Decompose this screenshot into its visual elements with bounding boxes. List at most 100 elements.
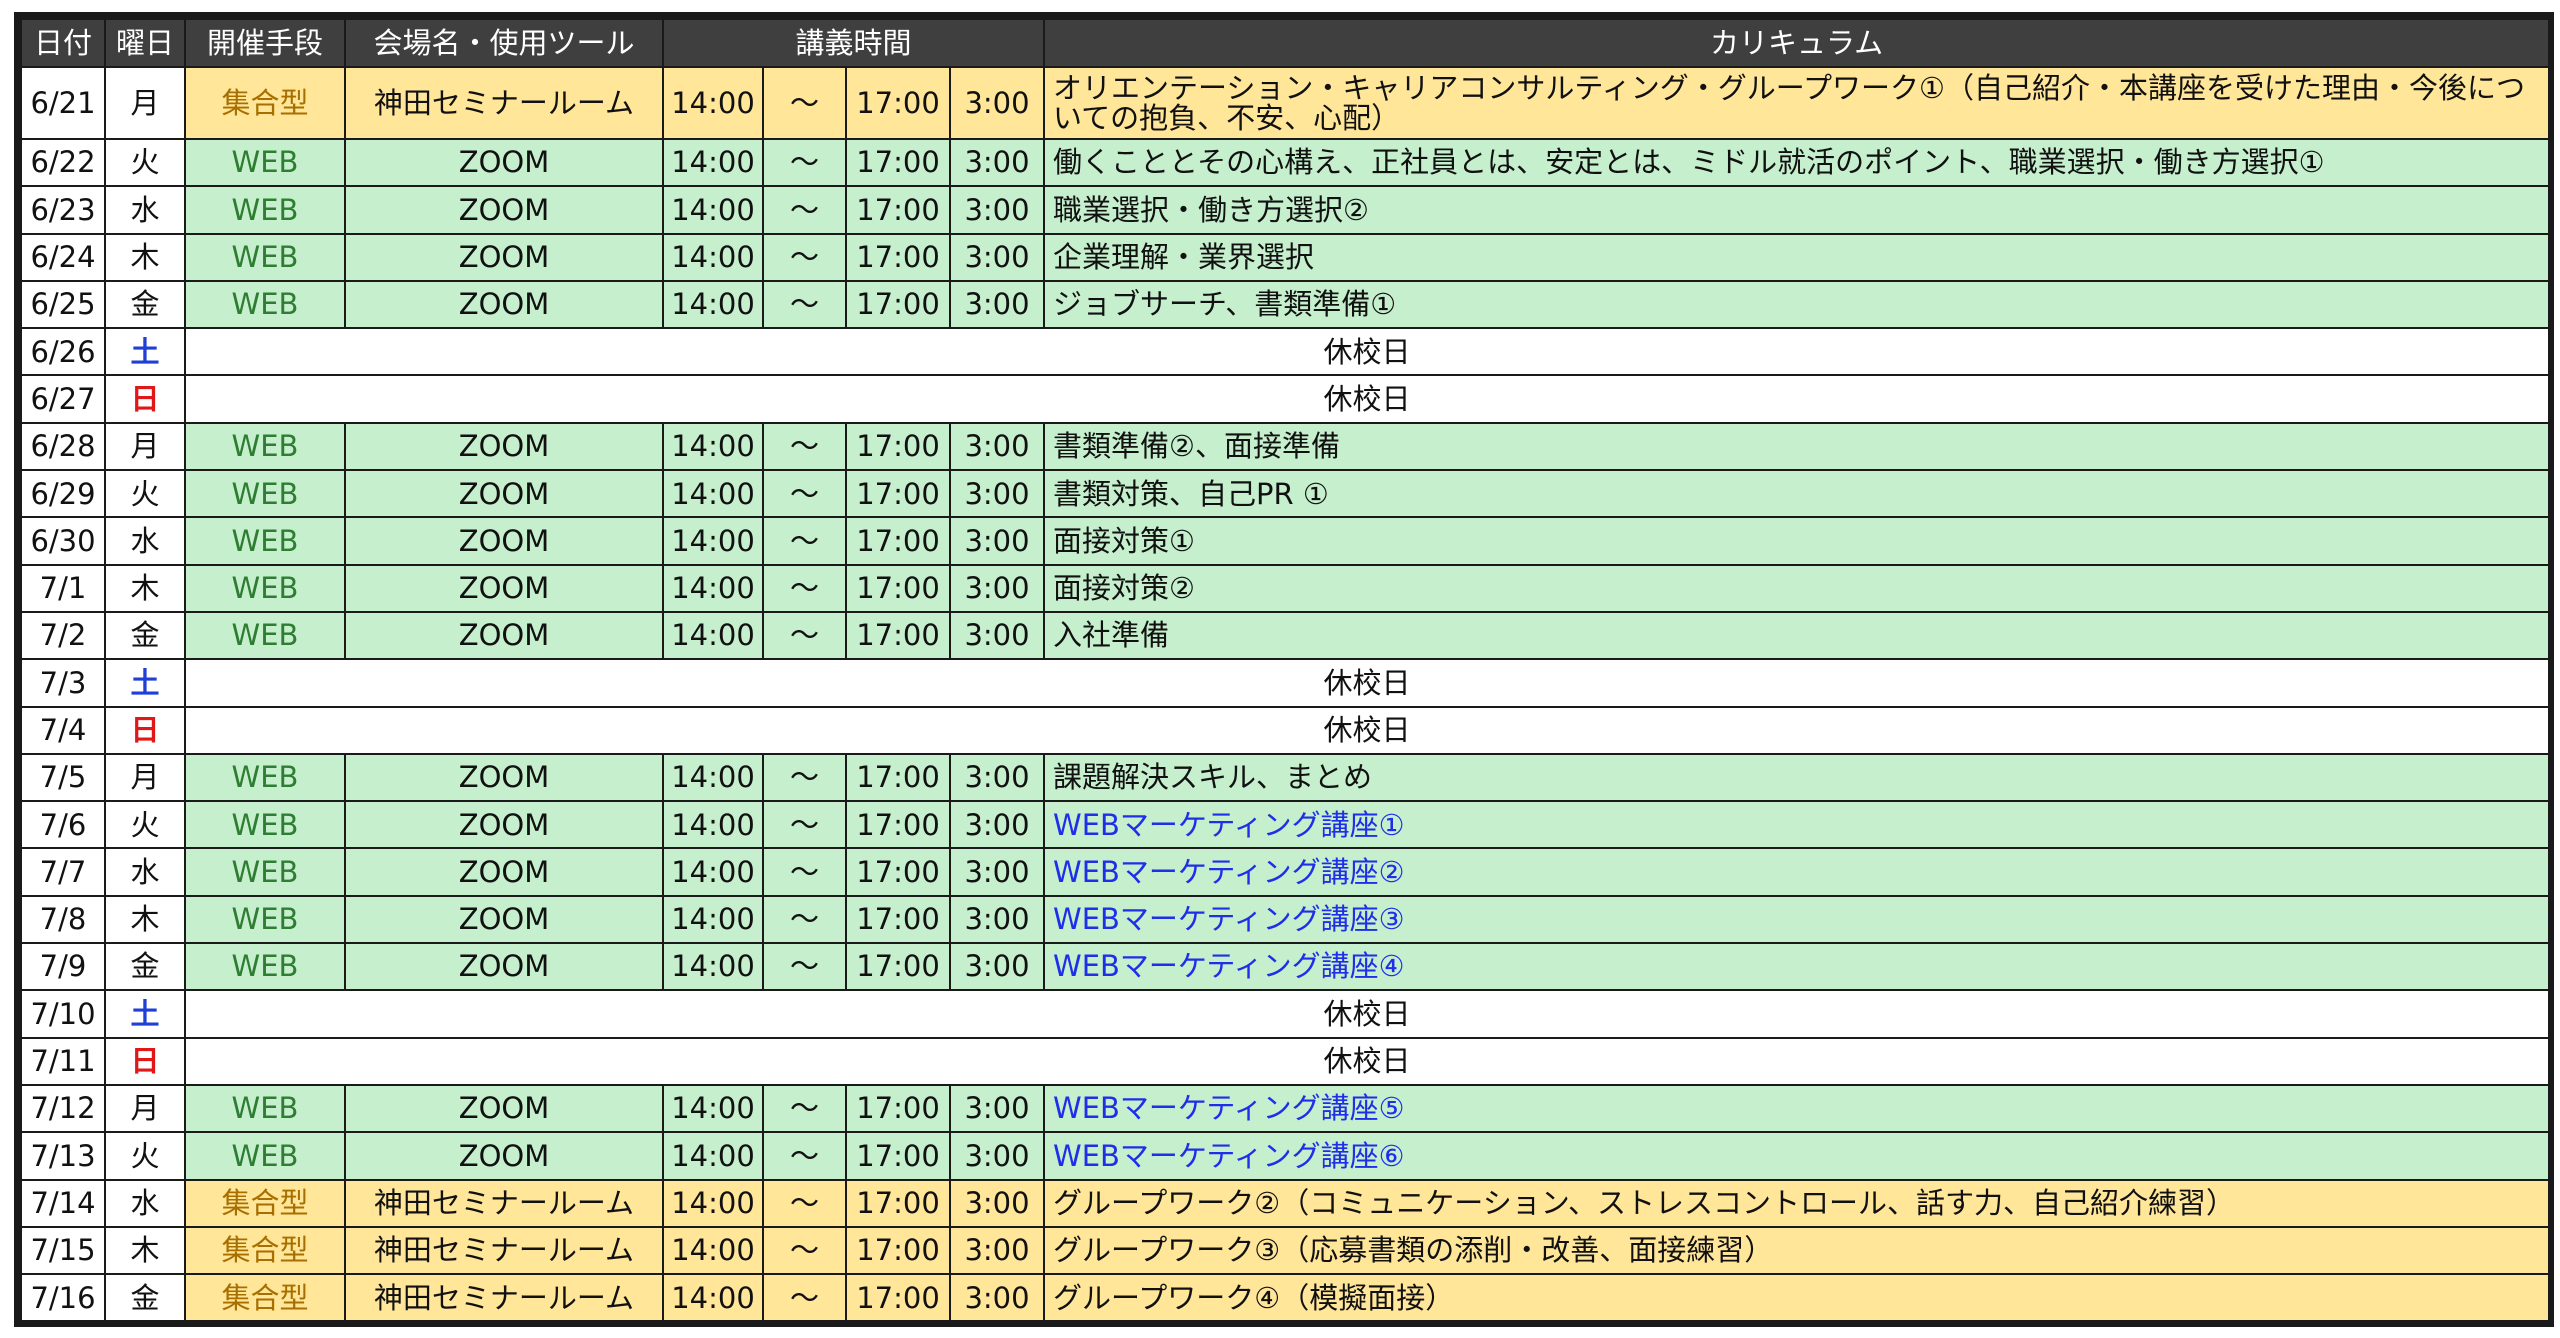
holiday-row: 7/11 日休校日 — [20, 1036, 2551, 1086]
end-time-cell: 17:00 — [845, 610, 951, 661]
holiday-cell: 休校日 — [183, 1036, 2551, 1086]
date-cell: 7/16 — [20, 1273, 106, 1323]
venue-cell: ZOOM — [344, 469, 664, 519]
tilde-cell: ～ — [762, 1273, 847, 1323]
start-time-cell: 14:00 — [662, 800, 764, 850]
duration-cell: 3:00 — [948, 232, 1046, 282]
start-time-cell: 14:00 — [662, 1225, 764, 1276]
end-time-cell: 17:00 — [845, 1178, 951, 1228]
date-cell: 7/12 — [20, 1083, 106, 1134]
end-time-cell: 17:00 — [845, 942, 951, 992]
end-time-cell: 17:00 — [845, 185, 951, 235]
holiday-row: 6/26 土休校日 — [20, 327, 2551, 377]
schedule-sheet: 日付 曜日 開催手段 会場名・使用ツール 講義時間 カリキュラム 6/21 月集合… — [14, 12, 2554, 1327]
curriculum-cell: 企業理解・業界選択 — [1043, 232, 2551, 282]
date-cell: 7/1 — [20, 563, 106, 613]
venue-cell: ZOOM — [344, 752, 664, 803]
duration-cell: 3:00 — [948, 1273, 1046, 1323]
duration-cell: 3:00 — [948, 563, 1046, 613]
duration-cell: 3:00 — [948, 942, 1046, 992]
weekday-cell: 金 — [104, 942, 186, 992]
holiday-cell: 休校日 — [183, 705, 2551, 755]
duration-cell: 3:00 — [948, 421, 1046, 472]
date-cell: 6/22 — [20, 137, 106, 188]
weekday-cell: 木 — [104, 1225, 186, 1276]
tilde-cell: ～ — [762, 185, 847, 235]
curriculum-cell: WEBマーケティング講座③ — [1043, 894, 2551, 945]
curriculum-cell: ジョブサーチ、書類準備① — [1043, 279, 2551, 330]
venue-cell: ZOOM — [344, 894, 664, 945]
start-time-cell: 14:00 — [662, 137, 764, 188]
header-time: 講義時間 — [661, 18, 1046, 68]
mode-cell: WEB — [184, 279, 346, 330]
tilde-cell: ～ — [762, 1083, 847, 1134]
weekday-cell: 木 — [104, 894, 186, 945]
mode-cell: WEB — [184, 1083, 346, 1134]
tilde-cell: ～ — [762, 1131, 847, 1181]
holiday-cell: 休校日 — [183, 658, 2551, 708]
table-row: 7/12 月 WEB ZOOM 14:00 ～ 17:00 3:00 WEBマーケティング講座⑤ — [20, 1083, 2551, 1134]
end-time-cell: 17:00 — [845, 137, 951, 188]
table-row: 7/7 水 WEB ZOOM 14:00 ～ 17:00 3:00 WEBマーケティング講座② — [20, 847, 2551, 897]
header-curriculum: カリキュラム — [1043, 18, 2551, 68]
weekday-cell: 土 — [104, 658, 186, 708]
duration-cell: 3:00 — [948, 516, 1046, 566]
tilde-cell: ～ — [762, 232, 847, 282]
tilde-cell: ～ — [762, 516, 847, 566]
mode-cell: WEB — [184, 800, 346, 850]
weekday-cell: 水 — [104, 516, 186, 566]
schedule-body: 6/21 月集合型 神田セミナールーム 14:00 ～ 17:00 3:00 オリエンテーショ… — [20, 66, 2551, 1323]
weekday-cell: 月 — [104, 752, 186, 803]
weekday-cell: 水 — [104, 847, 186, 897]
end-time-cell: 17:00 — [845, 232, 951, 282]
curriculum-cell: 入社準備 — [1043, 610, 2551, 661]
table-row: 7/13 火 WEB ZOOM 14:00 ～ 17:00 3:00 WEBマーケティング講座⑥ — [20, 1131, 2551, 1181]
venue-cell: ZOOM — [344, 942, 664, 992]
start-time-cell: 14:00 — [662, 847, 764, 897]
date-cell: 6/29 — [20, 469, 106, 519]
venue-cell: ZOOM — [344, 279, 664, 330]
weekday-cell: 日 — [104, 374, 186, 424]
weekday-cell: 水 — [104, 185, 186, 235]
tilde-cell: ～ — [762, 469, 847, 519]
start-time-cell: 14:00 — [662, 1273, 764, 1323]
start-time-cell: 14:00 — [662, 563, 764, 613]
date-cell: 7/6 — [20, 800, 106, 850]
mode-cell: WEB — [184, 563, 346, 613]
weekday-cell: 日 — [104, 1036, 186, 1086]
weekday-cell: 火 — [104, 469, 186, 519]
start-time-cell: 14:00 — [662, 66, 764, 140]
tilde-cell: ～ — [762, 279, 847, 330]
venue-cell: 神田セミナールーム — [344, 1178, 664, 1228]
weekday-cell: 水 — [104, 1178, 186, 1228]
venue-cell: 神田セミナールーム — [344, 66, 664, 140]
duration-cell: 3:00 — [948, 847, 1046, 897]
mode-cell: WEB — [184, 942, 346, 992]
date-cell: 7/15 — [20, 1225, 106, 1276]
venue-cell: ZOOM — [344, 610, 664, 661]
curriculum-cell: グループワーク③（応募書類の添削・改善、面接練習） — [1043, 1225, 2551, 1276]
tilde-cell: ～ — [762, 1225, 847, 1276]
tilde-cell: ～ — [762, 563, 847, 613]
mode-cell: WEB — [184, 894, 346, 945]
table-row: 6/24 木 WEB ZOOM 14:00 ～ 17:00 3:00 企業理解・業界選択 — [20, 232, 2551, 282]
duration-cell: 3:00 — [948, 137, 1046, 188]
curriculum-cell: 職業選択・働き方選択② — [1043, 185, 2551, 235]
weekday-cell: 月 — [104, 66, 186, 140]
tilde-cell: ～ — [762, 847, 847, 897]
date-cell: 7/5 — [20, 752, 106, 803]
table-row: 7/1 木 WEB ZOOM 14:00 ～ 17:00 3:00 面接対策② — [20, 563, 2551, 613]
duration-cell: 3:00 — [948, 1178, 1046, 1228]
table-row: 7/8 木 WEB ZOOM 14:00 ～ 17:00 3:00 WEBマーケティング講座③ — [20, 894, 2551, 945]
curriculum-cell: 面接対策① — [1043, 516, 2551, 566]
tilde-cell: ～ — [762, 942, 847, 992]
duration-cell: 3:00 — [948, 1131, 1046, 1181]
date-cell: 7/13 — [20, 1131, 106, 1181]
weekday-cell: 木 — [104, 232, 186, 282]
curriculum-cell: WEBマーケティング講座⑥ — [1043, 1131, 2551, 1181]
venue-cell: ZOOM — [344, 1083, 664, 1134]
date-cell: 7/8 — [20, 894, 106, 945]
mode-cell: WEB — [184, 421, 346, 472]
end-time-cell: 17:00 — [845, 279, 951, 330]
table-row: 7/15 木集合型 神田セミナールーム 14:00 ～ 17:00 3:00 グループワーク③… — [20, 1225, 2551, 1276]
